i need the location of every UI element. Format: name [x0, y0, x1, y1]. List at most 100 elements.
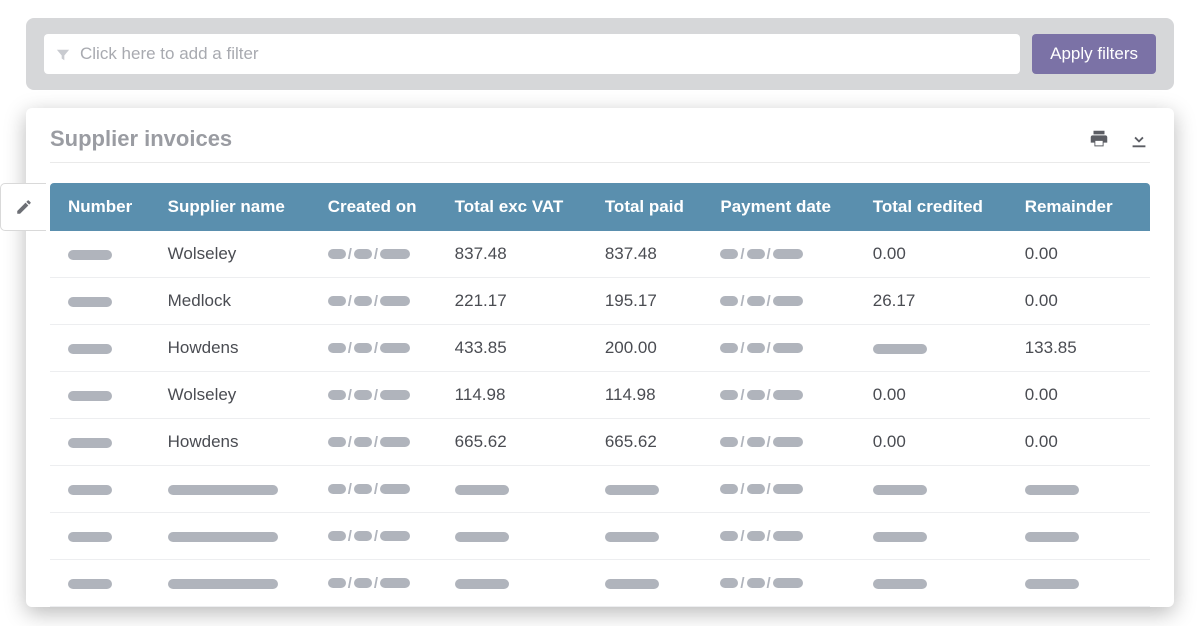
- placeholder: [747, 484, 765, 494]
- placeholder: [328, 296, 346, 306]
- cell-created: //: [318, 372, 445, 419]
- table-row[interactable]: Wolseley//114.98114.98//0.000.00: [50, 372, 1150, 419]
- cell-number: [50, 513, 158, 560]
- download-icon[interactable]: [1128, 128, 1150, 150]
- placeholder: [605, 579, 659, 589]
- cell-total-credited: 0.00: [863, 419, 1015, 466]
- date-placeholder: //: [720, 576, 802, 591]
- placeholder: [605, 485, 659, 495]
- cell-payment-date: //: [710, 325, 862, 372]
- table-row[interactable]: Howdens//433.85200.00//133.85: [50, 325, 1150, 372]
- cell-total-credited: 0.00: [863, 231, 1015, 278]
- print-icon[interactable]: [1088, 128, 1110, 150]
- placeholder: [380, 578, 410, 588]
- cell-supplier: Medlock: [158, 278, 318, 325]
- apply-filters-button[interactable]: Apply filters: [1032, 34, 1156, 74]
- placeholder: [380, 531, 410, 541]
- col-total-credited[interactable]: Total credited: [863, 183, 1015, 231]
- placeholder: [747, 296, 765, 306]
- date-placeholder: //: [720, 388, 802, 403]
- cell-supplier: [158, 560, 318, 607]
- placeholder: [354, 249, 372, 259]
- cell-total-credited: [863, 560, 1015, 607]
- cell-total-paid: [595, 466, 711, 513]
- placeholder: [455, 579, 509, 589]
- placeholder: [168, 532, 278, 542]
- placeholder: [773, 531, 803, 541]
- table-row[interactable]: ////: [50, 466, 1150, 513]
- cell-created: //: [318, 560, 445, 607]
- invoices-table: Number Supplier name Created on Total ex…: [50, 183, 1150, 607]
- placeholder: [328, 390, 346, 400]
- cell-payment-date: //: [710, 560, 862, 607]
- placeholder: [747, 531, 765, 541]
- placeholder: [380, 343, 410, 353]
- cell-total-paid: 200.00: [595, 325, 711, 372]
- cell-total-exc-vat: [445, 560, 595, 607]
- edit-columns-tab[interactable]: [0, 183, 46, 231]
- cell-payment-date: //: [710, 278, 862, 325]
- date-placeholder: //: [720, 435, 802, 450]
- cell-payment-date: //: [710, 513, 862, 560]
- placeholder: [380, 484, 410, 494]
- date-placeholder: //: [720, 529, 802, 544]
- cell-remainder: 0.00: [1015, 231, 1150, 278]
- cell-remainder: [1015, 560, 1150, 607]
- col-supplier[interactable]: Supplier name: [158, 183, 318, 231]
- placeholder: [68, 532, 112, 542]
- cell-number: [50, 466, 158, 513]
- date-placeholder: //: [328, 435, 410, 450]
- placeholder: [455, 485, 509, 495]
- date-placeholder: //: [720, 294, 802, 309]
- placeholder: [873, 532, 927, 542]
- table-row[interactable]: // //: [50, 513, 1150, 560]
- table-row[interactable]: Medlock//221.17195.17//26.170.00: [50, 278, 1150, 325]
- date-placeholder: //: [328, 294, 410, 309]
- cell-total-paid: 837.48: [595, 231, 711, 278]
- table-row[interactable]: Wolseley//837.48837.48//0.000.00: [50, 231, 1150, 278]
- cell-total-credited: [863, 325, 1015, 372]
- table-row[interactable]: Howdens//665.62665.62//0.000.00: [50, 419, 1150, 466]
- date-placeholder: //: [328, 247, 410, 262]
- placeholder: [354, 578, 372, 588]
- placeholder: [68, 344, 112, 354]
- placeholder: [720, 390, 738, 400]
- placeholder: [380, 249, 410, 259]
- placeholder: [720, 578, 738, 588]
- cell-supplier: Howdens: [158, 325, 318, 372]
- cell-number: [50, 372, 158, 419]
- col-remainder[interactable]: Remainder: [1015, 183, 1150, 231]
- placeholder: [380, 437, 410, 447]
- col-total-exc-vat[interactable]: Total exc VAT: [445, 183, 595, 231]
- cell-total-credited: [863, 466, 1015, 513]
- placeholder: [747, 390, 765, 400]
- col-total-paid[interactable]: Total paid: [595, 183, 711, 231]
- cell-total-exc-vat: [445, 513, 595, 560]
- card-header: Supplier invoices: [50, 126, 1150, 163]
- placeholder: [720, 249, 738, 259]
- placeholder: [68, 391, 112, 401]
- placeholder: [747, 578, 765, 588]
- cell-total-exc-vat: 433.85: [445, 325, 595, 372]
- date-placeholder: //: [328, 529, 410, 544]
- cell-supplier: Wolseley: [158, 231, 318, 278]
- col-payment-date[interactable]: Payment date: [710, 183, 862, 231]
- cell-created: //: [318, 513, 445, 560]
- placeholder: [328, 249, 346, 259]
- placeholder: [328, 437, 346, 447]
- col-created[interactable]: Created on: [318, 183, 445, 231]
- card-title: Supplier invoices: [50, 126, 232, 152]
- placeholder: [873, 485, 927, 495]
- placeholder: [720, 531, 738, 541]
- table-row[interactable]: // //: [50, 560, 1150, 607]
- placeholder: [1025, 532, 1079, 542]
- cell-total-credited: 0.00: [863, 372, 1015, 419]
- cell-remainder: 0.00: [1015, 278, 1150, 325]
- card-actions: [1088, 128, 1150, 150]
- cell-supplier: Wolseley: [158, 372, 318, 419]
- placeholder: [773, 343, 803, 353]
- date-placeholder: //: [720, 247, 802, 262]
- cell-created: //: [318, 419, 445, 466]
- filter-input[interactable]: Click here to add a filter: [44, 34, 1020, 74]
- col-number[interactable]: Number: [50, 183, 158, 231]
